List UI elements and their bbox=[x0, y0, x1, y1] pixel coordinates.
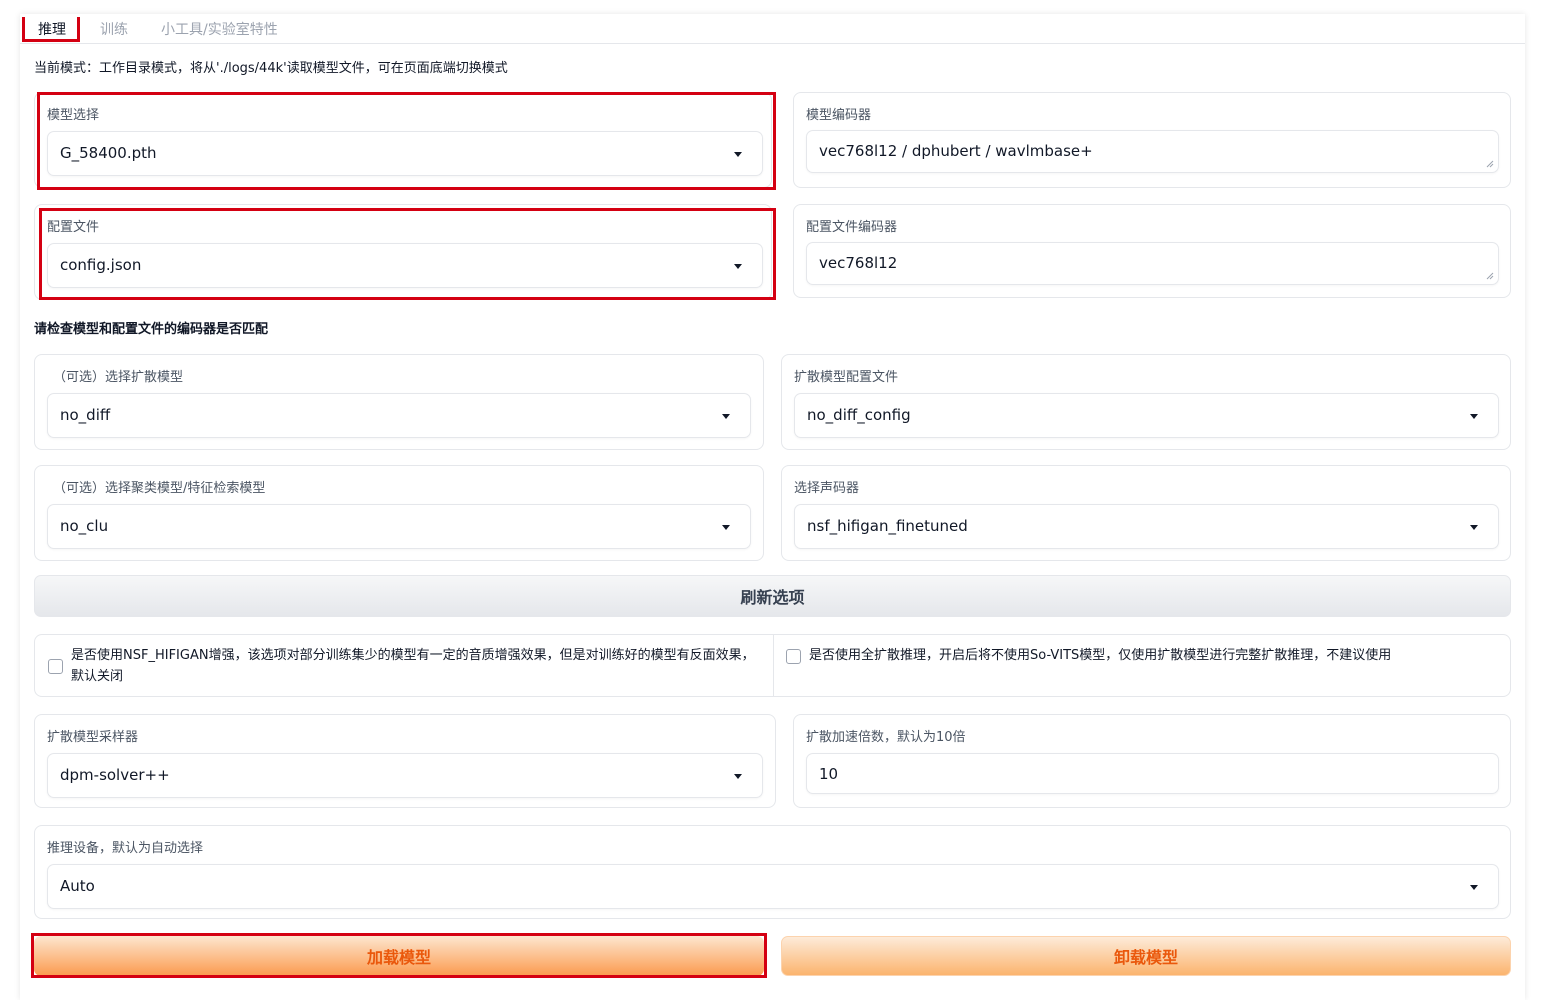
tab-tools-lab[interactable]: 小工具/实验室特性 bbox=[161, 19, 278, 39]
chevron-down-icon bbox=[722, 525, 730, 530]
diff-sampler-panel: 扩散模型采样器 dpm-solver++ bbox=[34, 714, 776, 808]
tab-bar: 推理 训练 小工具/实验室特性 bbox=[20, 14, 1525, 44]
vocoder-value: nsf_hifigan_finetuned bbox=[807, 517, 968, 535]
diff-config-label: 扩散模型配置文件 bbox=[794, 370, 899, 385]
device-panel: 推理设备，默认为自动选择 Auto bbox=[34, 825, 1511, 919]
diff-speedup-panel: 扩散加速倍数，默认为10倍 10 bbox=[793, 714, 1511, 808]
config-file-label: 配置文件 bbox=[47, 220, 100, 235]
diff-speedup-value: 10 bbox=[819, 765, 839, 783]
mode-status-text: 当前模式：工作目录模式，将从'./logs/44k'读取模型文件，可在页面底端切… bbox=[34, 61, 508, 76]
config-file-dropdown[interactable]: config.json bbox=[47, 243, 763, 288]
device-dropdown[interactable]: Auto bbox=[47, 864, 1499, 909]
device-label: 推理设备，默认为自动选择 bbox=[47, 841, 204, 856]
chevron-down-icon bbox=[734, 264, 742, 269]
model-encoder-field[interactable]: vec768l12 / dphubert / wavlmbase+ bbox=[806, 130, 1499, 173]
diff-sampler-value: dpm-solver++ bbox=[60, 766, 170, 784]
full-diffusion-checkbox[interactable] bbox=[786, 649, 801, 664]
chevron-down-icon bbox=[1470, 525, 1478, 530]
chevron-down-icon bbox=[734, 774, 742, 779]
vocoder-panel: 选择声码器 nsf_hifigan_finetuned bbox=[781, 465, 1511, 561]
options-checkbox-panel: 是否使用NSF_HIFIGAN增强，该选项对部分训练集少的模型有一定的音质增强效… bbox=[34, 634, 1511, 697]
diff-model-value: no_diff bbox=[60, 406, 111, 424]
unload-model-button[interactable]: 卸载模型 bbox=[781, 936, 1511, 976]
diff-sampler-label: 扩散模型采样器 bbox=[47, 730, 139, 745]
config-encoder-panel: 配置文件编码器 vec768l12 bbox=[793, 204, 1511, 298]
chevron-down-icon bbox=[1470, 885, 1478, 890]
diff-sampler-dropdown[interactable]: dpm-solver++ bbox=[47, 753, 763, 798]
encoder-match-warning: 请检查模型和配置文件的编码器是否匹配 bbox=[34, 322, 269, 337]
cluster-model-panel: （可选）选择聚类模型/特征检索模型 no_clu bbox=[34, 465, 764, 561]
model-select-label: 模型选择 bbox=[47, 108, 100, 123]
tab-highlight-box bbox=[22, 17, 80, 42]
model-encoder-panel: 模型编码器 vec768l12 / dphubert / wavlmbase+ bbox=[793, 92, 1511, 188]
tab-training[interactable]: 训练 bbox=[100, 19, 128, 39]
resize-grip-icon[interactable] bbox=[1486, 272, 1494, 280]
nsf-enhance-label: 是否使用NSF_HIFIGAN增强，该选项对部分训练集少的模型有一定的音质增强效… bbox=[71, 648, 755, 684]
vocoder-label: 选择声码器 bbox=[794, 481, 860, 496]
resize-grip-icon[interactable] bbox=[1486, 160, 1494, 168]
model-encoder-label: 模型编码器 bbox=[806, 108, 872, 123]
config-file-panel: 配置文件 config.json bbox=[34, 204, 772, 300]
diff-speedup-input[interactable]: 10 bbox=[806, 753, 1499, 794]
cluster-model-dropdown[interactable]: no_clu bbox=[47, 504, 751, 549]
vocoder-dropdown[interactable]: nsf_hifigan_finetuned bbox=[794, 504, 1499, 549]
full-diffusion-label: 是否使用全扩散推理，开启后将不使用So-VITS模型，仅使用扩散模型进行完整扩散… bbox=[809, 648, 1392, 663]
diff-model-panel: （可选）选择扩散模型 no_diff bbox=[34, 354, 764, 450]
nsf-enhance-checkbox[interactable] bbox=[48, 659, 63, 674]
model-select-panel: 模型选择 G_58400.pth bbox=[34, 92, 772, 188]
diff-model-label: （可选）选择扩散模型 bbox=[53, 370, 184, 385]
diff-config-dropdown[interactable]: no_diff_config bbox=[794, 393, 1499, 438]
load-model-button[interactable]: 加载模型 bbox=[34, 936, 764, 976]
chevron-down-icon bbox=[734, 152, 742, 157]
model-select-dropdown[interactable]: G_58400.pth bbox=[47, 131, 763, 176]
cluster-model-value: no_clu bbox=[60, 517, 109, 535]
refresh-options-button[interactable]: 刷新选项 bbox=[34, 575, 1511, 617]
diff-config-value: no_diff_config bbox=[807, 406, 911, 424]
diff-model-dropdown[interactable]: no_diff bbox=[47, 393, 751, 438]
diff-speedup-label: 扩散加速倍数，默认为10倍 bbox=[806, 730, 966, 745]
app-window: 推理 训练 小工具/实验室特性 当前模式：工作目录模式，将从'./logs/44… bbox=[20, 14, 1525, 1000]
divider bbox=[773, 635, 774, 696]
model-encoder-value: vec768l12 / dphubert / wavlmbase+ bbox=[819, 142, 1093, 160]
config-encoder-field[interactable]: vec768l12 bbox=[806, 242, 1499, 285]
chevron-down-icon bbox=[722, 414, 730, 419]
config-file-value: config.json bbox=[60, 256, 142, 274]
model-select-value: G_58400.pth bbox=[60, 144, 157, 162]
cluster-model-label: （可选）选择聚类模型/特征检索模型 bbox=[53, 481, 266, 496]
diff-config-panel: 扩散模型配置文件 no_diff_config bbox=[781, 354, 1511, 450]
config-encoder-label: 配置文件编码器 bbox=[806, 220, 898, 235]
device-value: Auto bbox=[60, 877, 95, 895]
config-encoder-value: vec768l12 bbox=[819, 254, 898, 272]
chevron-down-icon bbox=[1470, 414, 1478, 419]
